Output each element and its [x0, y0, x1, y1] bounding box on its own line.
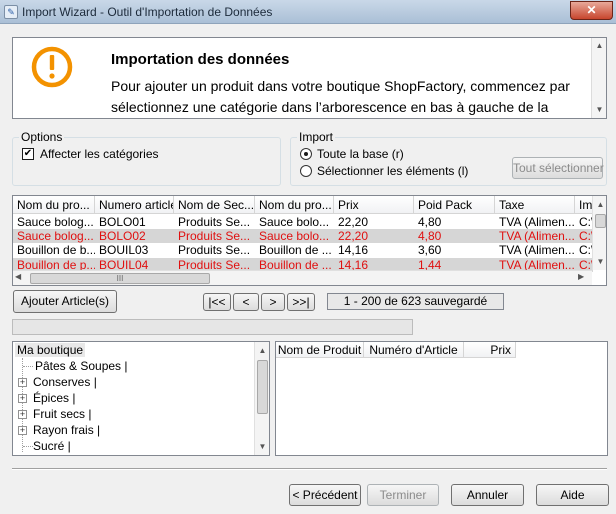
table-cell: BOLO01 — [99, 215, 146, 229]
grid-vertical-scrollbar[interactable]: ▲ ▼ — [592, 196, 606, 270]
tree-line — [22, 358, 23, 452]
data-grid: Nom du pro... Numero article Nom de Sec.… — [12, 195, 607, 286]
product-list: Nom de Produit Numéro d'Article Prix — [275, 341, 608, 456]
table-cell: Produits Se... — [178, 229, 251, 243]
table-cell: 4,80 — [418, 229, 442, 243]
close-button[interactable]: ✕ — [570, 1, 613, 20]
table-cell: Bouillon de ... — [259, 243, 332, 257]
pager-status: 1 - 200 de 623 sauvegardé — [327, 293, 504, 310]
scroll-up-icon[interactable]: ▲ — [593, 197, 606, 212]
table-cell: Sauce bolo... — [259, 229, 330, 243]
import-group: Import Toute la base (r) Sélectionner le… — [290, 130, 607, 186]
assign-categories-label: Affecter les catégories — [40, 147, 159, 161]
finish-button[interactable]: Terminer — [367, 484, 439, 506]
select-all-button[interactable]: Tout sélectionner — [512, 157, 604, 179]
header-description: Pour ajouter un produit dans votre bouti… — [111, 78, 570, 115]
header-title: Importation des données — [111, 51, 290, 68]
progress-bar — [12, 319, 413, 335]
help-button[interactable]: Aide — [536, 484, 609, 506]
import-group-label: Import — [297, 130, 336, 144]
table-cell: Produits Se... — [178, 215, 251, 229]
table-cell: C:\ — [579, 215, 593, 229]
column-header[interactable]: Taxe — [495, 196, 575, 214]
table-cell: 3,60 — [418, 243, 442, 257]
divider — [12, 468, 607, 470]
scroll-thumb[interactable]: III — [30, 273, 210, 284]
tree-item[interactable]: Pâtes & Soupes | — [35, 359, 128, 373]
expand-icon[interactable]: + — [18, 426, 27, 435]
table-cell: BOLO02 — [99, 229, 146, 243]
table-cell: TVA (Alimen... — [499, 243, 575, 257]
table-cell: Sauce bolog... — [17, 229, 94, 243]
tree-item[interactable]: Conserves | — [33, 375, 97, 389]
radio-whole-base-label: Toute la base (r) — [317, 147, 404, 161]
scroll-up-icon[interactable]: ▲ — [255, 343, 269, 358]
app-icon: ✎ — [4, 5, 18, 19]
column-header[interactable]: Numero article — [95, 196, 174, 214]
add-articles-button[interactable]: Ajouter Article(s) — [13, 290, 117, 313]
previous-button[interactable]: < Précédent — [289, 484, 361, 506]
table-cell: TVA (Alimen... — [499, 215, 575, 229]
column-header[interactable]: Nom du pro... — [13, 196, 95, 214]
table-cell: 22,20 — [338, 229, 369, 243]
tree-item[interactable]: Épices | — [33, 391, 75, 405]
column-header[interactable]: Prix — [464, 342, 516, 358]
radio-whole-base[interactable] — [300, 148, 312, 160]
first-page-button[interactable]: |<< — [203, 293, 231, 311]
category-tree: Ma boutique Pâtes & Soupes | + Conserves… — [12, 341, 270, 456]
tree-item[interactable]: Rayon frais | — [33, 423, 100, 437]
radio-select-items[interactable] — [300, 165, 312, 177]
table-cell: BOUIL03 — [99, 243, 149, 257]
scroll-up-icon[interactable]: ▲ — [592, 38, 606, 53]
scroll-right-icon[interactable]: ▶ — [578, 272, 584, 281]
table-cell: 22,20 — [338, 215, 369, 229]
window-title: Import Wizard - Outil d'Importation de D… — [22, 5, 273, 19]
table-cell: TVA (Alimen... — [499, 229, 575, 243]
table-cell: Produits Se... — [178, 243, 251, 257]
column-header[interactable]: Nom du pro... — [255, 196, 334, 214]
table-cell: Bouillon de b... — [17, 243, 95, 257]
tree-item[interactable]: Sucré | — [33, 439, 71, 453]
column-header[interactable]: Nom de Produit — [276, 342, 364, 358]
options-group-label: Options — [19, 130, 65, 144]
cancel-button[interactable]: Annuler — [451, 484, 524, 506]
tree-item[interactable]: Fruit secs | — [33, 407, 91, 421]
column-header[interactable]: Prix — [334, 196, 414, 214]
tree-line — [23, 366, 33, 367]
grid-horizontal-scrollbar[interactable]: ◀ III ▶ — [13, 270, 592, 285]
column-header[interactable]: Ima — [575, 196, 593, 214]
header-panel: Importation des données Pour ajouter un … — [12, 37, 607, 119]
radio-select-items-label: Sélectionner les éléments (l) — [317, 164, 469, 178]
tree-root[interactable]: Ma boutique — [15, 343, 86, 357]
table-cell: 4,80 — [418, 215, 442, 229]
scroll-thumb[interactable] — [257, 360, 268, 414]
table-cell: Sauce bolo... — [259, 215, 330, 229]
table-cell: C:\ — [579, 243, 593, 257]
scroll-down-icon[interactable]: ▼ — [255, 439, 269, 454]
next-page-button[interactable]: > — [261, 293, 285, 311]
title-bar: ✎ Import Wizard - Outil d'Importation de… — [0, 0, 616, 24]
expand-icon[interactable]: + — [18, 410, 27, 419]
column-header[interactable]: Numéro d'Article — [364, 342, 464, 358]
tree-scrollbar[interactable]: ▲ ▼ — [254, 342, 269, 455]
assign-categories-checkbox[interactable]: ✔ — [22, 148, 34, 160]
previous-page-button[interactable]: < — [233, 293, 259, 311]
table-cell: Sauce bolog... — [17, 215, 94, 229]
tree-line — [23, 446, 33, 447]
column-header[interactable]: Poid Pack — [414, 196, 495, 214]
table-cell: 14,16 — [338, 243, 369, 257]
scroll-down-icon[interactable]: ▼ — [592, 102, 606, 117]
options-group: Options ✔ Affecter les catégories — [12, 130, 281, 186]
last-page-button[interactable]: >>| — [287, 293, 315, 311]
column-header[interactable]: Nom de Sec... — [174, 196, 255, 214]
scroll-left-icon[interactable]: ◀ — [15, 272, 21, 281]
scroll-down-icon[interactable]: ▼ — [593, 254, 606, 269]
table-cell: C:\ — [579, 229, 593, 243]
warning-icon — [31, 46, 73, 88]
scroll-thumb[interactable] — [595, 214, 606, 228]
expand-icon[interactable]: + — [18, 378, 27, 387]
expand-icon[interactable]: + — [18, 394, 27, 403]
header-scrollbar[interactable]: ▲ ▼ — [591, 38, 606, 118]
